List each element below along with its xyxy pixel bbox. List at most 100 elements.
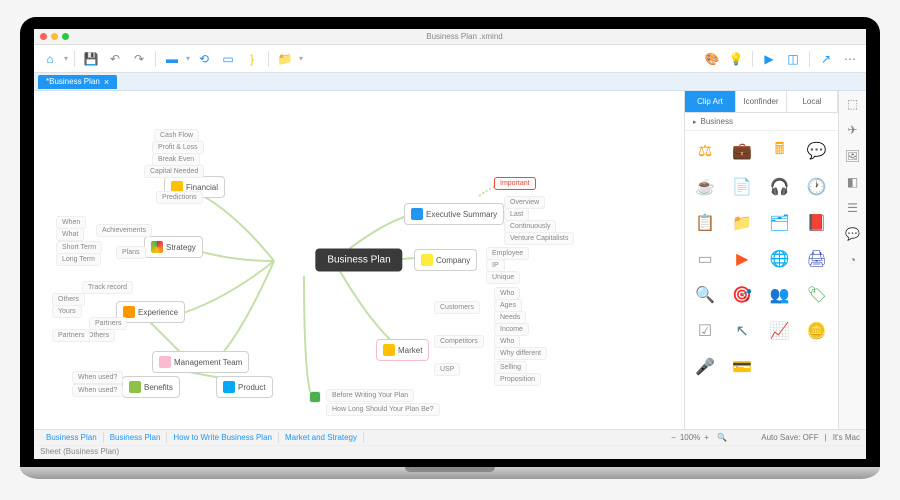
tool-image[interactable]: 🖼 [844, 147, 862, 165]
branch-strategy[interactable]: Strategy [144, 236, 203, 258]
panel-category[interactable]: Business [685, 113, 838, 131]
sub-plans[interactable]: Plans [116, 246, 146, 259]
sub-vc[interactable]: Venture Capitalists [504, 232, 574, 245]
maximize-window-button[interactable] [62, 33, 69, 40]
sub-others2[interactable]: Partners [52, 329, 90, 342]
sheet-tab-1[interactable]: Business Plan [40, 432, 104, 443]
clipart-chat[interactable]: 💬 [803, 137, 831, 165]
tool-comments[interactable]: 💬 [844, 225, 862, 243]
tool-task[interactable]: ◔ [844, 251, 862, 269]
mindmap-canvas[interactable]: Business Plan Financial Cash Flow Profit… [34, 91, 684, 429]
clipart-card[interactable]: 💳 [728, 353, 756, 381]
save-button[interactable]: 💾 [81, 49, 101, 69]
quote-icon[interactable] [309, 391, 321, 403]
marker-button[interactable]: 📁 [275, 49, 295, 69]
strategy-icon [151, 241, 163, 253]
more-button[interactable]: ⋯ [840, 49, 860, 69]
present-button[interactable]: ▶ [759, 49, 779, 69]
sub-customers[interactable]: Customers [434, 301, 480, 314]
boundary-button[interactable]: ▭ [218, 49, 238, 69]
tab-clipart[interactable]: Clip Art [685, 91, 736, 112]
clipart-scales[interactable]: ⚖ [691, 137, 719, 165]
sheet-tab-3[interactable]: How to Write Business Plan [167, 432, 279, 443]
clipart-document[interactable]: 📄 [728, 173, 756, 201]
document-tab[interactable]: *Business Plan × [38, 75, 117, 89]
clipart-book[interactable]: 📕 [803, 209, 831, 237]
tool-format[interactable]: ⬚ [844, 95, 862, 113]
clipart-window[interactable]: ▭ [691, 245, 719, 273]
sub-capital[interactable]: Capital Needed [144, 165, 204, 178]
branch-executive[interactable]: Executive Summary [404, 203, 504, 225]
clipart-briefcase[interactable]: 💼 [728, 137, 756, 165]
clipart-calculator[interactable]: 🖩 [766, 137, 794, 165]
branch-team[interactable]: Management Team [152, 351, 249, 373]
sub-whydiff[interactable]: Why different [494, 347, 547, 360]
clipart-globe[interactable]: 🌐 [766, 245, 794, 273]
clipart-support[interactable]: 🎧 [766, 173, 794, 201]
share-button[interactable]: ↗ [816, 49, 836, 69]
gantt-button[interactable]: ◫ [783, 49, 803, 69]
clipart-coffee[interactable]: ☕ [691, 173, 719, 201]
sub-achievements[interactable]: Achievements [96, 224, 152, 237]
clipart-chart[interactable]: 📈 [766, 317, 794, 345]
branch-product[interactable]: Product [216, 376, 273, 398]
theme-button[interactable]: 🎨 [702, 49, 722, 69]
clipart-people[interactable]: 👥 [766, 281, 794, 309]
sub-usp[interactable]: USP [434, 363, 460, 376]
close-window-button[interactable] [40, 33, 47, 40]
zoom-out[interactable]: − [667, 433, 680, 442]
zoom-level[interactable]: 100% [680, 433, 700, 442]
zoom-in[interactable]: + [700, 433, 713, 442]
clipart-folder[interactable]: 📁 [728, 209, 756, 237]
team-icon [159, 356, 171, 368]
clipart-tag[interactable]: 🏷 [803, 281, 831, 309]
clipart-play[interactable]: ▶ [728, 245, 756, 273]
sub-predictions[interactable]: Predictions [156, 191, 203, 204]
clipart-clock[interactable]: 🕐 [803, 173, 831, 201]
clipart-search[interactable]: 🔍 [691, 281, 719, 309]
clipart-files[interactable]: 🗂 [766, 209, 794, 237]
branch-market[interactable]: Market [376, 339, 429, 361]
sheet-tab-2[interactable]: Business Plan [104, 432, 168, 443]
clipart-pointer[interactable]: ↖ [728, 317, 756, 345]
sheet-tab-4[interactable]: Market and Strategy [279, 432, 364, 443]
tool-notes[interactable]: ☰ [844, 199, 862, 217]
idea-button[interactable]: 💡 [726, 49, 746, 69]
sub-whenused[interactable]: When used? [72, 371, 123, 384]
sub-before[interactable]: Before Writing Your Plan [326, 389, 414, 402]
undo-button[interactable]: ↶ [105, 49, 125, 69]
summary-button[interactable]: } [242, 49, 262, 69]
redo-button[interactable]: ↷ [129, 49, 149, 69]
branch-company[interactable]: Company [414, 249, 477, 271]
insert-topic-button[interactable]: ▬ [162, 49, 182, 69]
clipart-microphone[interactable]: 🎤 [691, 353, 719, 381]
note-important[interactable]: Important [494, 177, 536, 190]
sub-proposition[interactable]: Proposition [494, 373, 541, 386]
tool-send[interactable]: ✈ [844, 121, 862, 139]
sub-unique[interactable]: Unique [486, 271, 520, 284]
tab-local[interactable]: Local [787, 91, 838, 112]
branch-benefits[interactable]: Benefits [122, 376, 180, 398]
sidebar-tool-strip: ⬚ ✈ 🖼 ◧ ☰ 💬 ◔ [838, 91, 866, 429]
window-title: Business Plan .xmind [69, 32, 860, 41]
sub-what[interactable]: What [56, 228, 84, 241]
tab-label: *Business Plan [46, 77, 100, 86]
tab-close-icon[interactable]: × [104, 77, 109, 87]
clipart-coin[interactable]: 🪙 [803, 317, 831, 345]
minimize-window-button[interactable] [51, 33, 58, 40]
relationship-button[interactable]: ⟲ [194, 49, 214, 69]
clipart-target[interactable]: 🎯 [728, 281, 756, 309]
tab-iconfinder[interactable]: Iconfinder [736, 91, 787, 112]
tool-marker[interactable]: ◧ [844, 173, 862, 191]
sub-howlong[interactable]: How Long Should Your Plan Be? [326, 403, 440, 416]
sub-trackrecord[interactable]: Track record [82, 281, 133, 294]
sub-competitors[interactable]: Competitors [434, 335, 484, 348]
sub-yours[interactable]: Yours [52, 305, 82, 318]
center-topic[interactable]: Business Plan [315, 249, 402, 272]
sub-longterm[interactable]: Long Term [56, 253, 101, 266]
clipart-notepad[interactable]: 📋 [691, 209, 719, 237]
clipart-printer[interactable]: 🖨 [803, 245, 831, 273]
clipart-checklist[interactable]: ☑ [691, 317, 719, 345]
home-button[interactable]: ⌂ [40, 49, 60, 69]
sub-whenused2[interactable]: When used? [72, 384, 123, 397]
